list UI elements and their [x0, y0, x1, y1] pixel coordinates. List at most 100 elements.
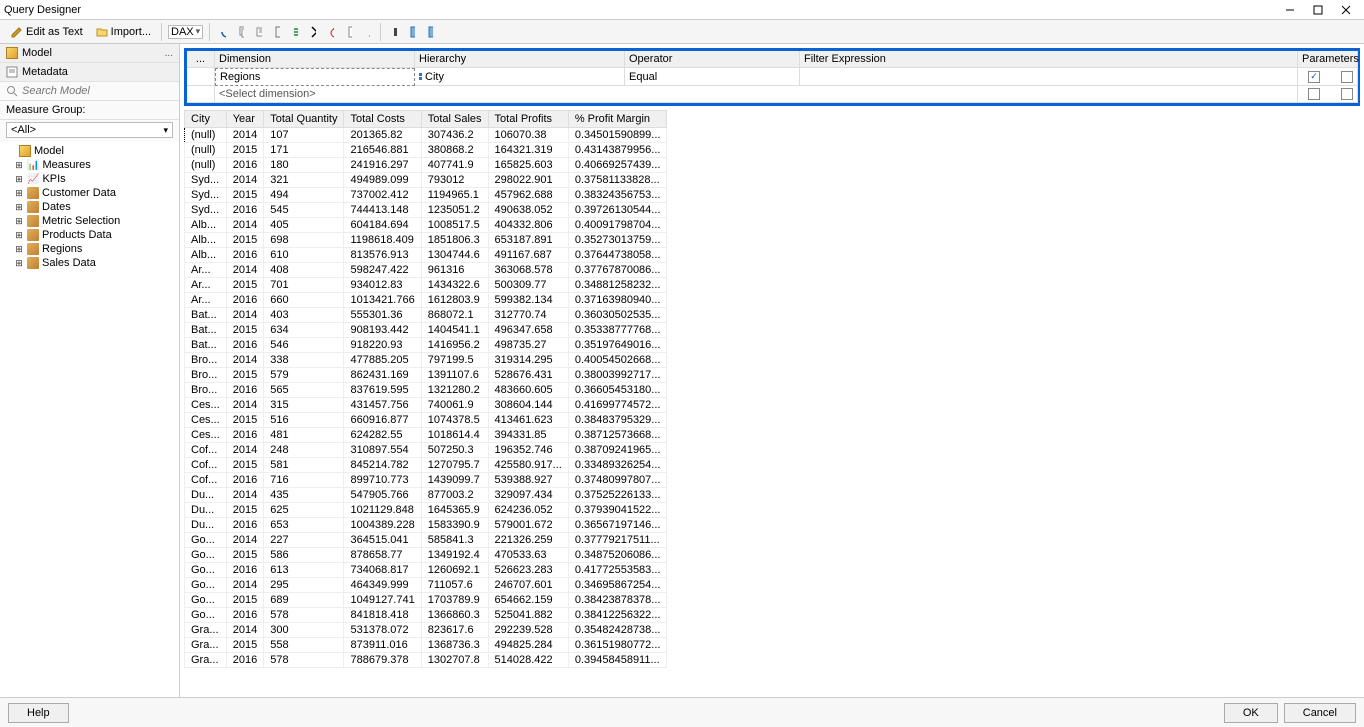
table-cell[interactable]: 531378.072 [344, 623, 421, 638]
table-row[interactable]: Go...2016613734068.8171260692.1526623.28… [185, 563, 667, 578]
table-cell[interactable]: 877003.2 [421, 488, 488, 503]
table-cell[interactable]: 2016 [226, 473, 263, 488]
table-cell[interactable]: 0.38712573668... [568, 428, 667, 443]
col-operator[interactable]: Operator [625, 51, 800, 68]
table-cell[interactable]: 106070.38 [488, 128, 568, 143]
table-cell[interactable]: 2016 [226, 203, 263, 218]
ellipsis-icon[interactable]: ... [165, 48, 173, 59]
expand-icon[interactable]: ⊞ [14, 258, 24, 269]
table-cell[interactable]: 525041.882 [488, 608, 568, 623]
table-cell[interactable]: 1235051.2 [421, 203, 488, 218]
column-header[interactable]: City [185, 111, 227, 128]
table-cell[interactable]: 180 [264, 158, 344, 173]
table-cell[interactable]: 797199.5 [421, 353, 488, 368]
table-cell[interactable]: 578 [264, 653, 344, 668]
table-cell[interactable]: 491167.687 [488, 248, 568, 263]
table-cell[interactable]: 0.38423878378... [568, 593, 667, 608]
table-cell[interactable]: 514028.422 [488, 653, 568, 668]
col-dimension[interactable]: Dimension [215, 51, 415, 68]
table-cell[interactable]: 1302707.8 [421, 653, 488, 668]
table-row[interactable]: (null)2015171216546.881380868.2164321.31… [185, 143, 667, 158]
table-row[interactable]: Du...20166531004389.2281583390.9579001.6… [185, 518, 667, 533]
table-cell[interactable]: 464349.999 [344, 578, 421, 593]
table-cell[interactable]: 918220.93 [344, 338, 421, 353]
properties-icon[interactable] [342, 25, 356, 39]
table-cell[interactable]: 1612803.9 [421, 293, 488, 308]
tree-item[interactable]: ⊞Dates [6, 200, 173, 214]
table-row[interactable]: Alb...2016610813576.9131304744.6491167.6… [185, 248, 667, 263]
table-cell[interactable]: Cof... [185, 473, 227, 488]
filter-corner[interactable]: ... [187, 51, 215, 68]
table-cell[interactable]: 171 [264, 143, 344, 158]
refresh-icon[interactable] [216, 25, 230, 39]
table-row[interactable]: Go...2014295464349.999711057.6246707.601… [185, 578, 667, 593]
expand-icon[interactable]: ⊞ [14, 216, 24, 227]
table-cell[interactable]: 403 [264, 308, 344, 323]
table-cell[interactable]: 2016 [226, 653, 263, 668]
tree-item[interactable]: ⊞Metric Selection [6, 214, 173, 228]
table-cell[interactable]: 1434322.6 [421, 278, 488, 293]
table-cell[interactable]: 604184.694 [344, 218, 421, 233]
table-cell[interactable]: 599382.134 [488, 293, 568, 308]
table-cell[interactable]: 634 [264, 323, 344, 338]
table-cell[interactable]: Gra... [185, 653, 227, 668]
table-cell[interactable]: 624236.052 [488, 503, 568, 518]
table-cell[interactable]: 547905.766 [344, 488, 421, 503]
table-row[interactable]: Syd...2014321494989.099793012298022.9010… [185, 173, 667, 188]
table-cell[interactable]: 837619.595 [344, 383, 421, 398]
table-row[interactable]: Bat...2016546918220.931416956.2498735.27… [185, 338, 667, 353]
table-cell[interactable]: 862431.169 [344, 368, 421, 383]
maximize-icon[interactable] [1312, 4, 1324, 16]
table-cell[interactable]: 364515.041 [344, 533, 421, 548]
table-cell[interactable]: 899710.773 [344, 473, 421, 488]
parameter-checkbox-2[interactable] [1341, 71, 1353, 83]
table-cell[interactable]: 1021129.848 [344, 503, 421, 518]
table-cell[interactable]: 227 [264, 533, 344, 548]
table-cell[interactable]: Ces... [185, 398, 227, 413]
table-cell[interactable]: 961316 [421, 263, 488, 278]
table-cell[interactable]: 329097.434 [488, 488, 568, 503]
expand-icon[interactable]: ⊞ [14, 188, 24, 199]
table-cell[interactable]: Ces... [185, 428, 227, 443]
table-cell[interactable]: 338 [264, 353, 344, 368]
tree-item[interactable]: ⊞📈KPIs [6, 172, 173, 186]
table-cell[interactable]: 164321.319 [488, 143, 568, 158]
table-cell[interactable]: 2015 [226, 233, 263, 248]
table-cell[interactable]: 0.38412256322... [568, 608, 667, 623]
table-cell[interactable]: 1321280.2 [421, 383, 488, 398]
table-cell[interactable]: (null) [185, 128, 227, 143]
table-row[interactable]: Syd...2016545744413.1481235051.2490638.0… [185, 203, 667, 218]
table-cell[interactable]: 1198618.409 [344, 233, 421, 248]
table-cell[interactable]: 555301.36 [344, 308, 421, 323]
table-cell[interactable]: 0.37939041522... [568, 503, 667, 518]
table-cell[interactable]: 0.39458458911... [568, 653, 667, 668]
table-cell[interactable]: 1194965.1 [421, 188, 488, 203]
close-icon[interactable] [1340, 4, 1352, 16]
expand-icon[interactable]: ⊞ [14, 230, 24, 241]
table-row[interactable]: Bat...2014403555301.36868072.1312770.740… [185, 308, 667, 323]
table-cell[interactable]: 2014 [226, 263, 263, 278]
table-row[interactable]: Cof...2015581845214.7821270795.7425580.9… [185, 458, 667, 473]
column-header[interactable]: % Profit Margin [568, 111, 667, 128]
table-cell[interactable]: 494989.099 [344, 173, 421, 188]
table-cell[interactable]: 496347.658 [488, 323, 568, 338]
cancel-button[interactable]: Cancel [1284, 703, 1356, 723]
table-row[interactable]: Ces...2014315431457.756740061.9308604.14… [185, 398, 667, 413]
table-cell[interactable]: 2014 [226, 623, 263, 638]
table-cell[interactable]: 2014 [226, 128, 263, 143]
table-row[interactable]: Go...2014227364515.041585841.3221326.259… [185, 533, 667, 548]
table-cell[interactable]: 711057.6 [421, 578, 488, 593]
table-cell[interactable]: 494825.284 [488, 638, 568, 653]
import-button[interactable]: Import... [91, 24, 155, 40]
table-cell[interactable]: 408 [264, 263, 344, 278]
table-cell[interactable]: 0.39726130544... [568, 203, 667, 218]
parameter-checkbox[interactable] [1308, 71, 1320, 83]
table-cell[interactable]: 221326.259 [488, 533, 568, 548]
table-cell[interactable]: Ar... [185, 278, 227, 293]
table-cell[interactable]: 716 [264, 473, 344, 488]
table-cell[interactable]: 1439099.7 [421, 473, 488, 488]
delete-icon[interactable] [306, 25, 320, 39]
tree-root[interactable]: Model [6, 144, 173, 158]
filter-hierarchy-cell[interactable]: City [415, 68, 625, 86]
table-cell[interactable]: 201365.82 [344, 128, 421, 143]
